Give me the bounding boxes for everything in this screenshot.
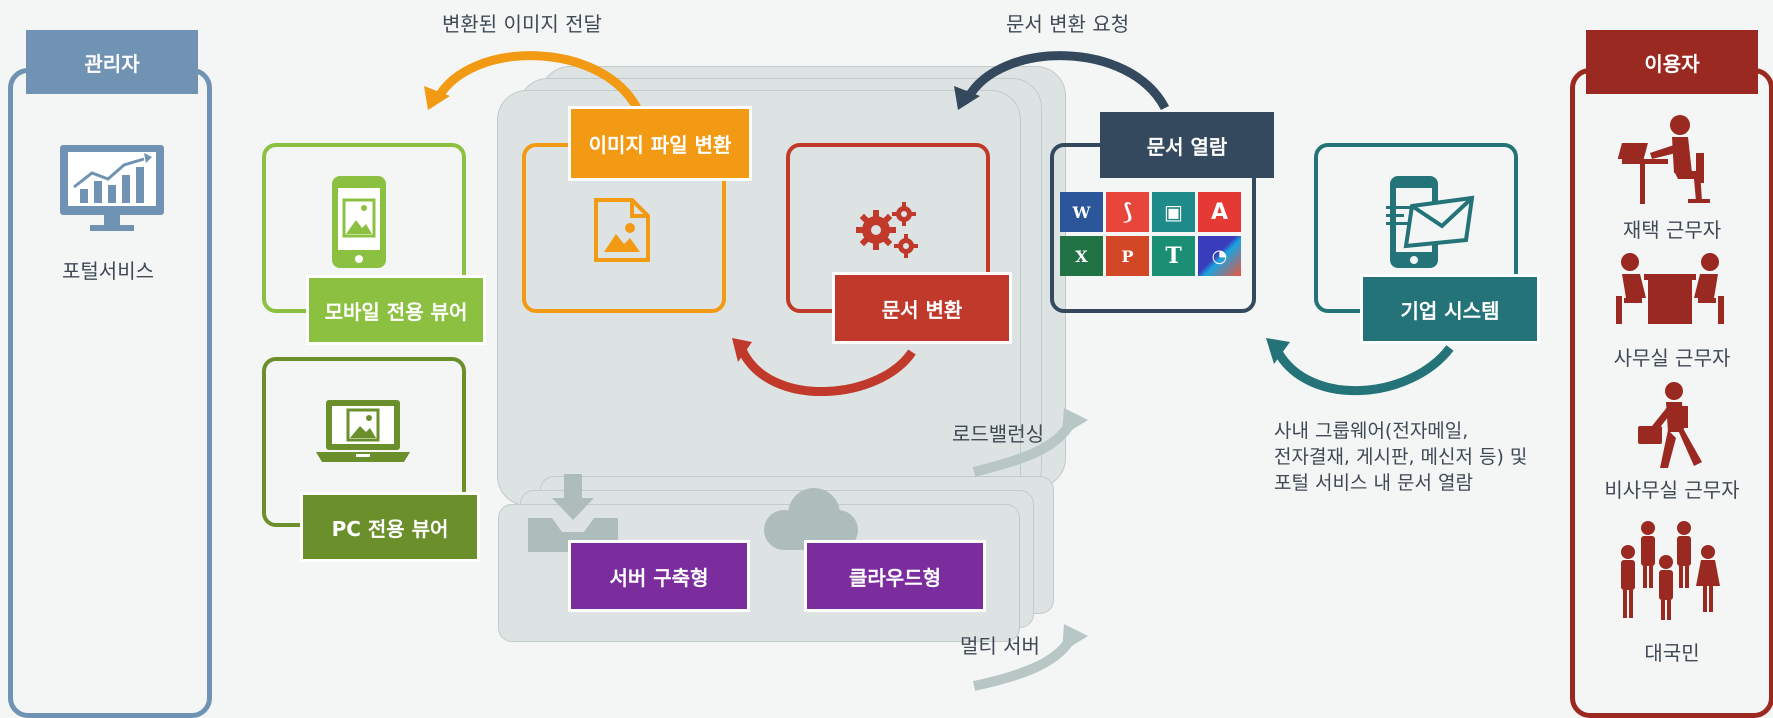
laptop-icon [316,400,410,462]
enterprise-description: 사내 그룹웨어(전자메일, 전자결재, 게시판, 메신저 등) 및 포털 서비스… [1274,418,1527,496]
mobile-mail-icon [1386,176,1475,268]
mobile-viewer-button[interactable]: 모바일 전용 뷰어 [306,275,486,345]
file-type-grid: W ⟆ ▣ A X P T ◔ [1060,192,1248,282]
hwp-file-icon: ◔ [1198,236,1241,276]
enterprise-desc-line-2: 전자결재, 게시판, 메신저 등) 및 [1274,446,1528,468]
image-file-icon [594,198,650,262]
powerpoint-file-icon: P [1106,236,1149,276]
font-file-icon: A [1198,192,1241,232]
server-deploy-button[interactable]: 서버 구축형 [568,540,750,612]
pc-viewer-button[interactable]: PC 전용 뷰어 [300,492,480,562]
enterprise-desc-line-3: 포털 서비스 내 문서 열람 [1274,472,1473,494]
pdf-file-icon: ⟆ [1106,192,1149,232]
multi-server-label: 멀티 서버 [960,634,1040,658]
word-file-icon: W [1060,192,1103,232]
image-viewer-icon: ▣ [1152,192,1195,232]
mobile-phone-icon [332,176,386,268]
image-convert-button[interactable]: 이미지 파일 변환 [568,106,752,181]
gears-icon [856,202,918,258]
excel-file-icon: X [1060,236,1103,276]
doc-view-title: 문서 열람 [1100,112,1274,178]
enterprise-system-button[interactable]: 기업 시스템 [1360,274,1540,344]
text-file-icon: T [1152,236,1195,276]
enterprise-desc-line-1: 사내 그룹웨어(전자메일, [1274,420,1469,442]
cloud-deploy-button[interactable]: 클라우드형 [804,540,986,612]
doc-convert-button[interactable]: 문서 변환 [832,272,1012,344]
